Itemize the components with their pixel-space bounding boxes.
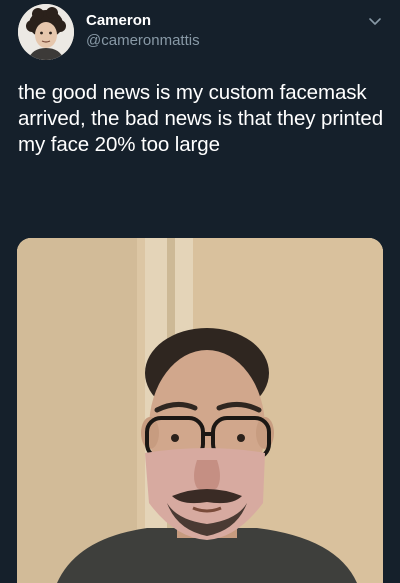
avatar[interactable] xyxy=(18,4,74,60)
avatar-image xyxy=(18,4,74,60)
author-handle[interactable]: @cameronmattis xyxy=(86,32,200,49)
chevron-down-icon[interactable] xyxy=(366,12,384,30)
author-display-name[interactable]: Cameron xyxy=(86,12,151,29)
tweet-photo[interactable] xyxy=(17,238,383,583)
tweet-text: the good news is my custom facemask arri… xyxy=(18,81,384,156)
tweet: Cameron @cameronmattis the good news is … xyxy=(0,0,400,583)
